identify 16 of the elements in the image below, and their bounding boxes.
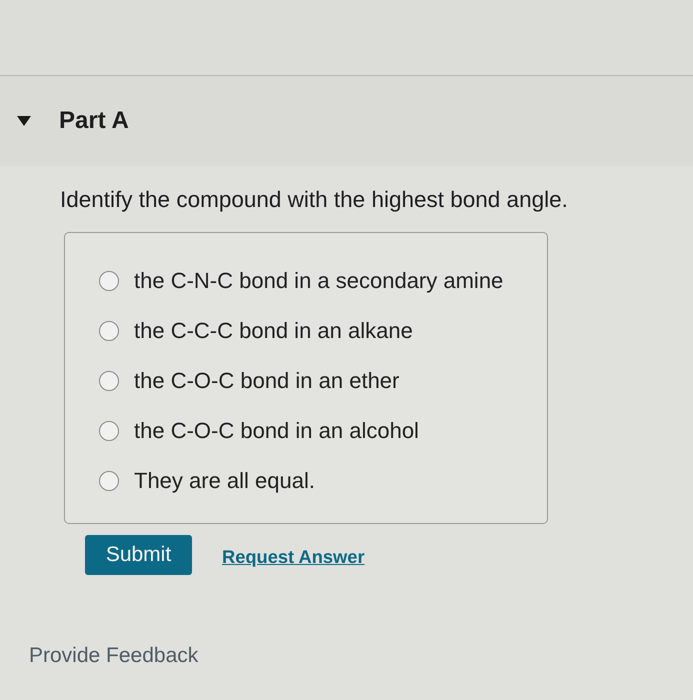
option-label[interactable]: the C-O-C bond in an alcohol — [134, 418, 419, 444]
question-prompt: Identify the compound with the highest bond angle. — [60, 186, 568, 214]
request-answer-link[interactable]: Request Answer — [222, 546, 365, 568]
part-title: Part A — [59, 107, 129, 135]
radio-button[interactable] — [99, 271, 119, 291]
radio-button[interactable] — [99, 321, 119, 341]
radio-button[interactable] — [99, 421, 119, 441]
option-label[interactable]: They are all equal. — [134, 468, 315, 494]
radio-button[interactable] — [99, 471, 119, 491]
radio-button[interactable] — [99, 371, 119, 391]
option-label[interactable]: the C-C-C bond in an alkane — [134, 318, 413, 344]
collapse-triangle-icon[interactable] — [17, 116, 31, 126]
option-label[interactable]: the C-N-C bond in a secondary amine — [134, 268, 504, 294]
submit-button[interactable]: Submit — [85, 535, 192, 575]
option-label[interactable]: the C-O-C bond in an ether — [134, 368, 400, 394]
provide-feedback-link[interactable]: Provide Feedback — [29, 644, 198, 668]
